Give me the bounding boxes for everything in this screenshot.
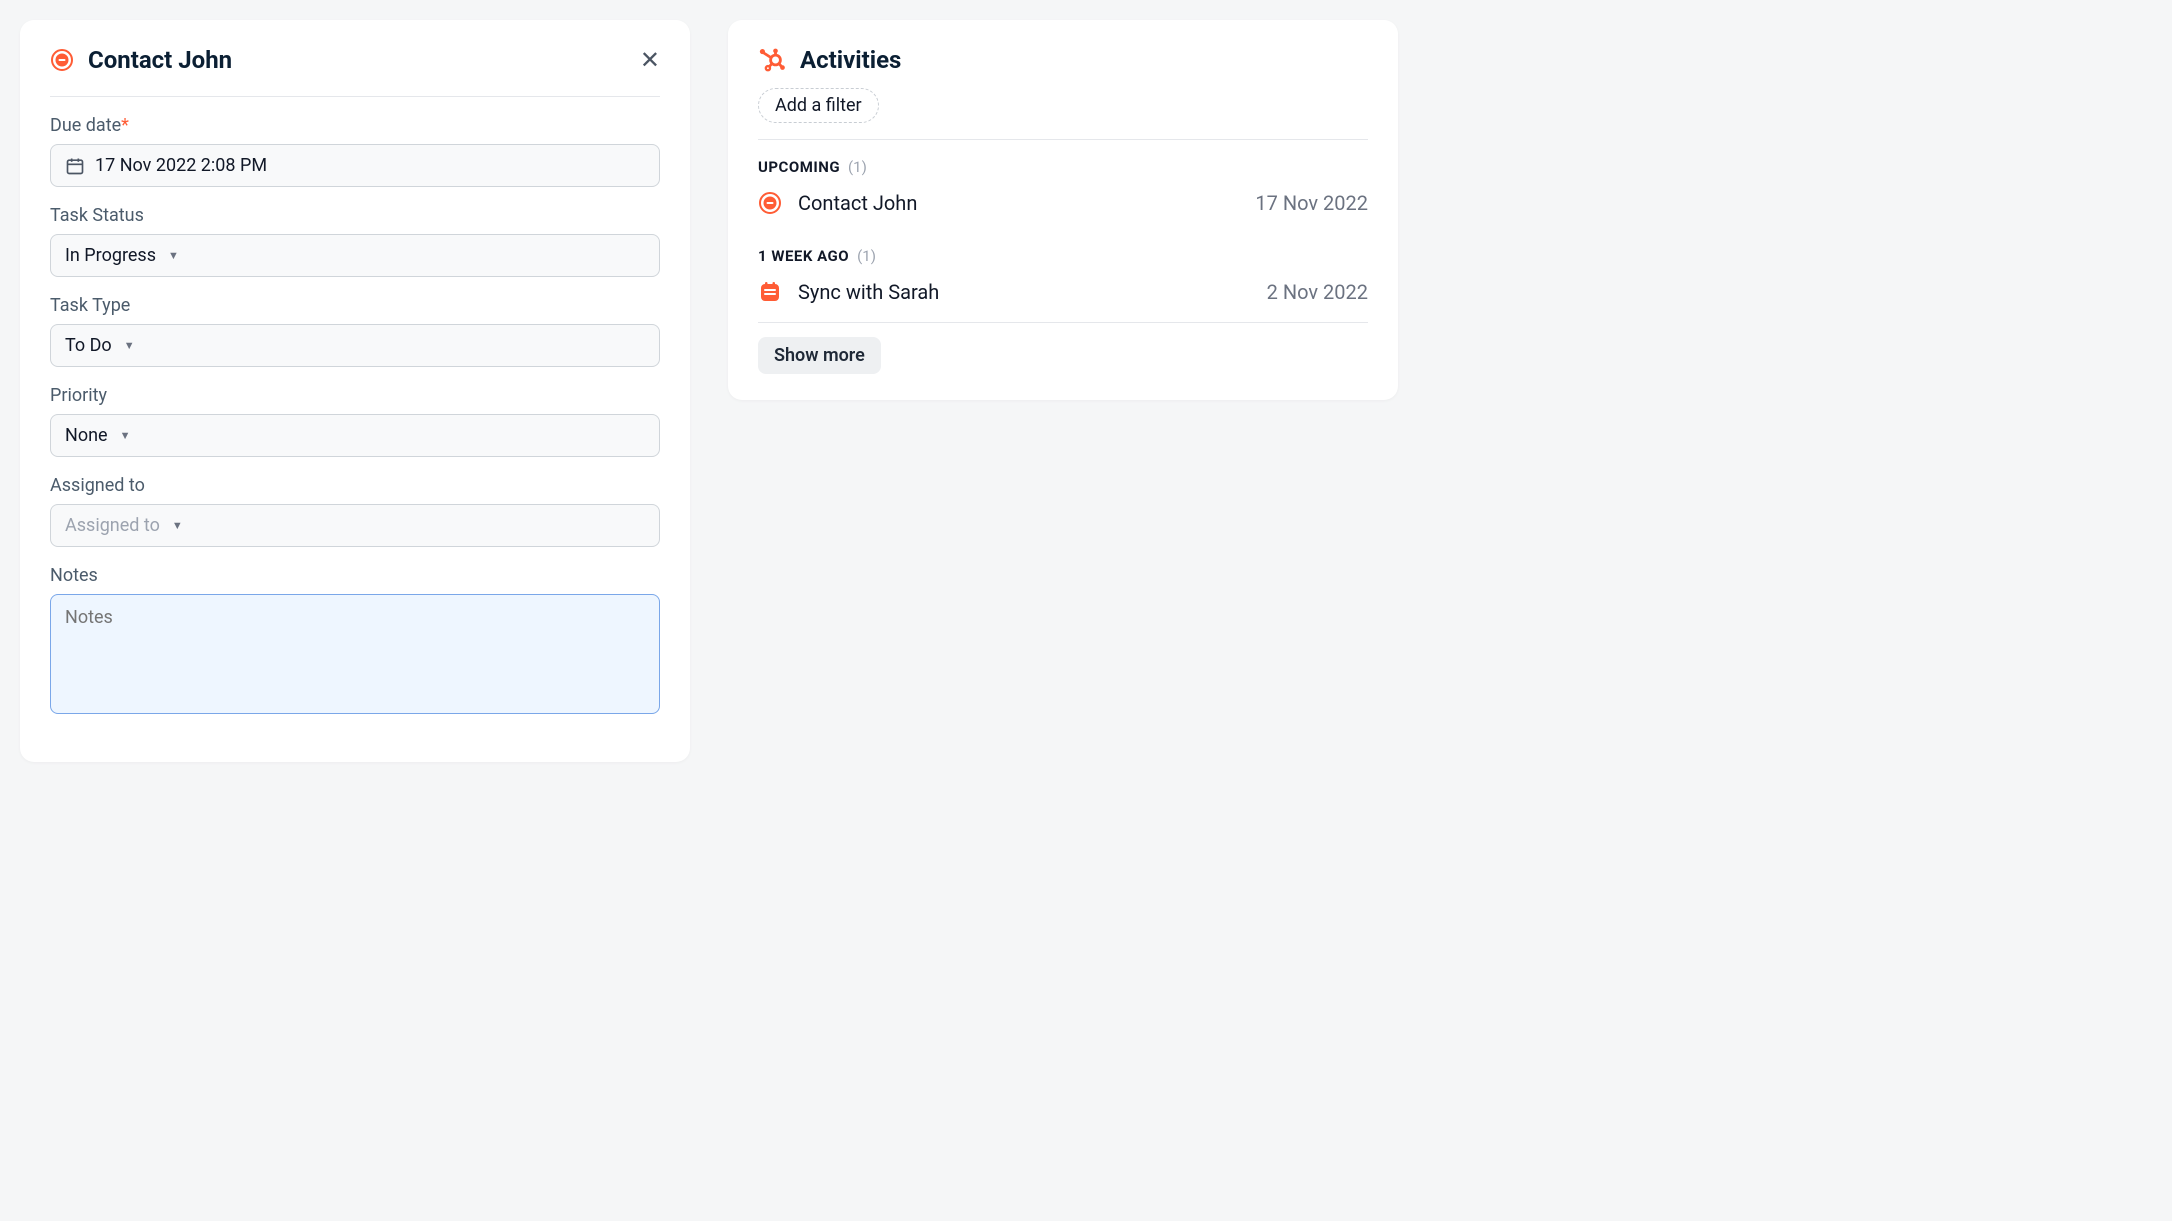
assigned-to-placeholder: Assigned to — [65, 515, 160, 536]
activity-date: 2 Nov 2022 — [1267, 280, 1368, 304]
task-status-label: Task Status — [50, 205, 660, 226]
task-circle-icon — [758, 191, 782, 215]
activity-title: Contact John — [798, 191, 1239, 215]
task-type-select[interactable]: To Do ▼ — [50, 324, 660, 367]
section-label: UPCOMING — [758, 158, 840, 176]
priority-select[interactable]: None ▼ — [50, 414, 660, 457]
chevron-down-icon: ▼ — [168, 249, 179, 262]
task-status-field-group: Task Status In Progress ▼ — [50, 205, 660, 277]
task-status-select[interactable]: In Progress ▼ — [50, 234, 660, 277]
assigned-to-label: Assigned to — [50, 475, 660, 496]
add-filter-button[interactable]: Add a filter — [758, 88, 879, 123]
activity-row[interactable]: Contact John 17 Nov 2022 — [758, 188, 1368, 229]
show-more-button[interactable]: Show more — [758, 337, 881, 374]
calendar-icon — [65, 156, 85, 176]
notes-label: Notes — [50, 565, 660, 586]
due-date-label-text: Due date — [50, 115, 121, 136]
task-panel-header: Contact John ✕ — [50, 46, 660, 97]
chevron-down-icon: ▼ — [120, 429, 131, 442]
show-more-label: Show more — [774, 345, 865, 366]
section-count: (1) — [848, 158, 867, 176]
activity-title: Sync with Sarah — [798, 280, 1251, 304]
due-date-field-group: Due date* 17 Nov 2022 2:08 PM — [50, 115, 660, 187]
chevron-down-icon: ▼ — [124, 339, 135, 352]
due-date-value: 17 Nov 2022 2:08 PM — [95, 155, 267, 176]
activities-title: Activities — [800, 46, 901, 74]
activity-row[interactable]: Sync with Sarah 2 Nov 2022 — [758, 277, 1368, 318]
section-count: (1) — [857, 247, 876, 265]
hubspot-icon — [758, 46, 786, 74]
task-status-value: In Progress — [65, 245, 156, 266]
meeting-calendar-icon — [758, 280, 782, 304]
notes-textarea[interactable] — [50, 594, 660, 714]
add-filter-label: Add a filter — [775, 95, 862, 116]
activity-date: 17 Nov 2022 — [1255, 191, 1368, 215]
activities-section-upcoming-header: UPCOMING (1) — [758, 158, 1368, 176]
task-icon — [50, 48, 74, 72]
divider — [758, 322, 1368, 323]
due-date-label: Due date* — [50, 115, 660, 136]
notes-field-group: Notes — [50, 565, 660, 718]
chevron-down-icon: ▼ — [172, 519, 183, 532]
task-type-field-group: Task Type To Do ▼ — [50, 295, 660, 367]
assigned-to-field-group: Assigned to Assigned to ▼ — [50, 475, 660, 547]
task-type-value: To Do — [65, 335, 112, 356]
close-icon: ✕ — [640, 46, 660, 74]
activities-header: Activities — [758, 46, 1368, 74]
activities-section-1weekago-header: 1 WEEK AGO (1) — [758, 247, 1368, 265]
divider — [758, 139, 1368, 140]
task-title: Contact John — [88, 46, 626, 74]
activities-panel: Activities Add a filter UPCOMING (1) Con… — [728, 20, 1398, 400]
section-label: 1 WEEK AGO — [758, 247, 849, 265]
due-date-input[interactable]: 17 Nov 2022 2:08 PM — [50, 144, 660, 187]
required-asterisk: * — [121, 115, 129, 136]
assigned-to-select[interactable]: Assigned to ▼ — [50, 504, 660, 547]
task-type-label: Task Type — [50, 295, 660, 316]
priority-value: None — [65, 425, 108, 446]
task-detail-panel: Contact John ✕ Due date* 17 Nov 2022 2:0… — [20, 20, 690, 762]
priority-label: Priority — [50, 385, 660, 406]
priority-field-group: Priority None ▼ — [50, 385, 660, 457]
close-button[interactable]: ✕ — [640, 48, 660, 72]
